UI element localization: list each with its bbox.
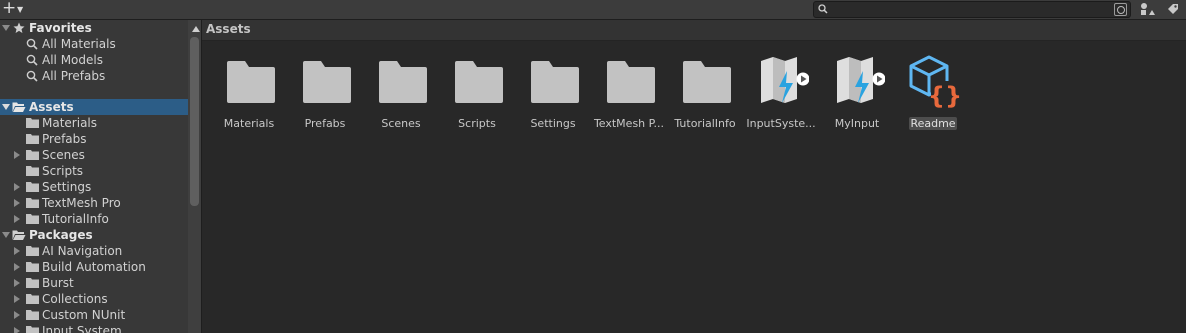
folder-icon: [26, 262, 39, 272]
folder-icon: [683, 61, 731, 103]
folder-icon: [26, 150, 39, 160]
readme-asset-icon: {}: [909, 55, 961, 109]
input-actions-icon: [761, 57, 809, 103]
folder-icon: [26, 246, 39, 256]
tree-item-custom-nunit[interactable]: Custom NUnit: [0, 307, 188, 323]
tree-item-settings[interactable]: Settings: [0, 179, 188, 195]
sidebar-scrollbar[interactable]: [188, 20, 201, 333]
collapsed-arrow-icon[interactable]: [14, 151, 20, 159]
search-icon: [26, 38, 38, 50]
tree-item-all-materials[interactable]: All Materials: [0, 36, 188, 52]
asset-item-scripts[interactable]: Scripts: [440, 55, 514, 135]
svg-text:{}: {}: [928, 82, 961, 109]
tree-item-assets[interactable]: Assets: [0, 99, 188, 115]
folder-icon: [26, 118, 39, 128]
create-button[interactable]: + ▼: [1, 0, 27, 18]
open-folder-icon: [12, 230, 26, 240]
asset-item-tutorialinfo[interactable]: TutorialInfo: [668, 55, 742, 135]
search-icon: [26, 70, 38, 82]
search-icon: [818, 4, 828, 14]
open-folder-icon: [12, 102, 26, 112]
plus-icon: +: [2, 0, 17, 18]
tree-item-prefabs[interactable]: Prefabs: [0, 131, 188, 147]
tree-item-favorites[interactable]: Favorites: [0, 20, 188, 36]
folder-icon: [379, 61, 427, 103]
expand-arrow-icon[interactable]: [2, 25, 10, 31]
tree-item-input-system[interactable]: Input System: [0, 323, 188, 333]
search-icon: [26, 54, 38, 66]
folder-icon: [26, 166, 39, 176]
asset-name: MyInput: [834, 117, 880, 130]
scrollbar-thumb[interactable]: [190, 37, 199, 206]
tree-item-tutorialinfo[interactable]: TutorialInfo: [0, 211, 188, 227]
tree-item-build-automation[interactable]: Build Automation: [0, 259, 188, 275]
collapsed-arrow-icon[interactable]: [14, 263, 20, 271]
project-toolbar: + ▼: [0, 0, 1186, 20]
asset-item-myinput[interactable]: MyInput: [820, 55, 894, 135]
filter-by-label-icon[interactable]: [1164, 2, 1182, 17]
filter-by-type-icon[interactable]: [1138, 2, 1156, 17]
tree-item-scenes[interactable]: Scenes: [0, 147, 188, 163]
asset-item-textmesh-pro[interactable]: TextMesh P...: [592, 55, 666, 135]
collapsed-arrow-icon[interactable]: [14, 215, 20, 223]
folder-icon: [26, 198, 39, 208]
asset-name: TutorialInfo: [674, 117, 736, 130]
folder-icon: [26, 182, 39, 192]
breadcrumb: Assets: [202, 20, 1186, 41]
tree-item-materials[interactable]: Materials: [0, 115, 188, 131]
asset-item-settings[interactable]: Settings: [516, 55, 590, 135]
expand-arrow-icon[interactable]: [2, 232, 10, 238]
folder-icon: [227, 61, 275, 103]
folder-icon: [26, 326, 39, 333]
tree-item-scripts[interactable]: Scripts: [0, 163, 188, 179]
folder-icon: [26, 294, 39, 304]
asset-item-prefabs[interactable]: Prefabs: [288, 55, 362, 135]
asset-name: Prefabs: [304, 117, 346, 130]
asset-item-readme[interactable]: {} Readme: [896, 55, 970, 135]
collapsed-arrow-icon[interactable]: [14, 327, 20, 333]
chevron-down-icon: ▼: [17, 5, 24, 14]
collapsed-arrow-icon[interactable]: [14, 247, 20, 255]
tree-item-all-models[interactable]: All Models: [0, 52, 188, 68]
asset-name: Settings: [530, 117, 576, 130]
search-by-type-icon[interactable]: [1114, 3, 1127, 16]
folder-icon: [26, 214, 39, 224]
tree-item-burst[interactable]: Burst: [0, 275, 188, 291]
star-icon: [13, 22, 25, 33]
asset-item-scenes[interactable]: Scenes: [364, 55, 438, 135]
asset-name: Scenes: [381, 117, 421, 130]
folder-icon: [303, 61, 351, 103]
expand-arrow-icon[interactable]: [2, 104, 10, 110]
folder-icon: [26, 278, 39, 288]
collapsed-arrow-icon[interactable]: [14, 279, 20, 287]
asset-name: Readme: [909, 117, 957, 130]
asset-name: TextMesh P...: [593, 117, 665, 130]
project-folder-tree: Favorites All Materials All Models All P…: [0, 20, 202, 333]
folder-icon: [26, 310, 39, 320]
search-field[interactable]: [813, 1, 1131, 18]
asset-name: InputSyste...: [746, 117, 816, 130]
scroll-up-arrow-icon[interactable]: [192, 26, 200, 32]
asset-name: Scripts: [458, 117, 496, 130]
folder-icon: [607, 61, 655, 103]
collapsed-arrow-icon[interactable]: [14, 295, 20, 303]
collapsed-arrow-icon[interactable]: [14, 311, 20, 319]
breadcrumb-assets[interactable]: Assets: [206, 22, 251, 36]
input-actions-icon: [837, 57, 885, 103]
tree-item-all-prefabs[interactable]: All Prefabs: [0, 68, 188, 84]
asset-item-materials[interactable]: Materials: [212, 55, 286, 135]
tree-item-collections[interactable]: Collections: [0, 291, 188, 307]
asset-grid-panel: Assets Materials Prefabs Scenes Scripts …: [202, 20, 1186, 333]
folder-icon: [455, 61, 503, 103]
tree-item-ai-navigation[interactable]: AI Navigation: [0, 243, 188, 259]
tree-item-textmesh-pro[interactable]: TextMesh Pro: [0, 195, 188, 211]
folder-icon: [531, 61, 579, 103]
asset-name: Materials: [223, 117, 275, 130]
tree-item-packages[interactable]: Packages: [0, 227, 188, 243]
collapsed-arrow-icon[interactable]: [14, 199, 20, 207]
asset-item-inputsystem-actions[interactable]: InputSyste...: [744, 55, 818, 135]
collapsed-arrow-icon[interactable]: [14, 183, 20, 191]
folder-icon: [26, 134, 39, 144]
